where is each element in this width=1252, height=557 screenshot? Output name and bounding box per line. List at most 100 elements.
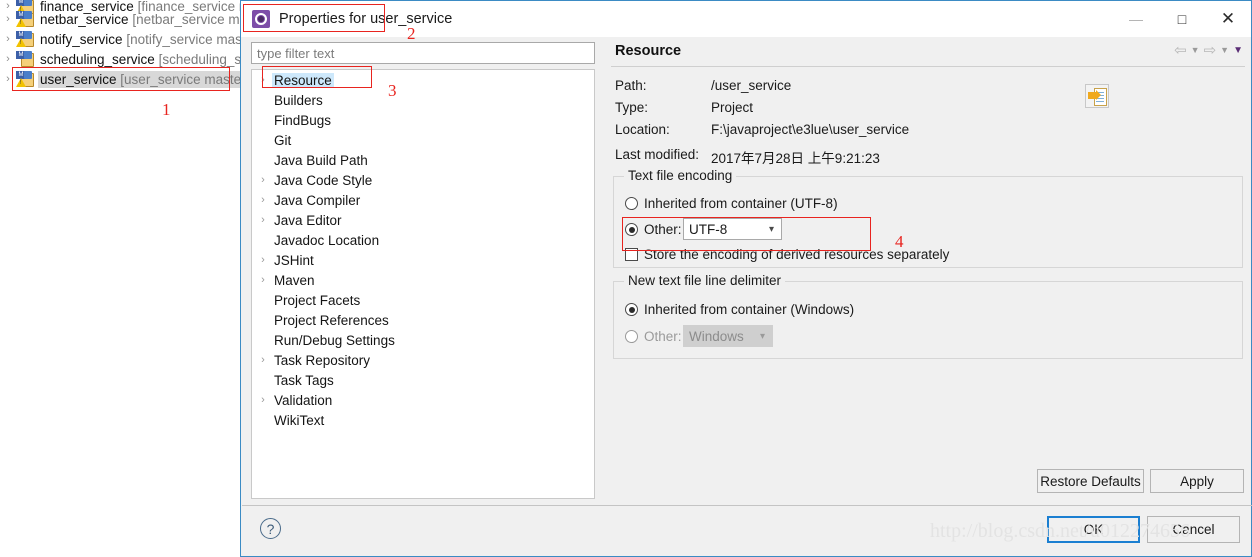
expand-arrow-icon[interactable]: ›: [0, 73, 16, 85]
store-derived-label: Store the encoding of derived resources …: [644, 247, 950, 262]
chevron-down-icon[interactable]: ▾: [760, 331, 765, 342]
tree-item-maven[interactable]: › Maven: [252, 270, 594, 290]
tree-item-label: Java Code Style: [274, 172, 373, 188]
tree-item-label: Project Facets: [274, 292, 361, 308]
close-button[interactable]: ✕: [1205, 1, 1251, 37]
tree-item-label: Java Build Path: [274, 152, 368, 168]
tree-item-label: Java Editor: [274, 212, 342, 228]
delimiter-combo[interactable]: Windows ▾: [683, 325, 773, 347]
tree-item-label: Javadoc Location: [274, 232, 380, 248]
expand-arrow-icon[interactable]: ›: [0, 53, 16, 65]
explorer-row-label: notify_service [notify_service master: [38, 31, 242, 48]
explorer-row-1[interactable]: › M netbar_service [netbar_service mas: [0, 9, 242, 29]
chevron-down-icon[interactable]: ▾: [769, 224, 774, 235]
property-type-value: Project: [711, 100, 754, 115]
tree-item-findbugs[interactable]: FindBugs: [252, 110, 594, 130]
chevron-right-icon[interactable]: ›: [254, 214, 272, 226]
show-in-system-explorer-button[interactable]: [1085, 84, 1109, 108]
forward-arrow-icon[interactable]: ⇨: [1204, 43, 1217, 58]
tree-item-run-debug-settings[interactable]: Run/Debug Settings: [252, 330, 594, 350]
project-name: scheduling_service: [40, 51, 155, 67]
help-button[interactable]: ?: [260, 518, 281, 539]
chevron-right-icon[interactable]: ›: [254, 394, 272, 406]
package-explorer[interactable]: › M finance_service [finance_service mas…: [0, 0, 242, 557]
cancel-button[interactable]: Cancel: [1147, 516, 1240, 543]
tree-item-java-editor[interactable]: › Java Editor: [252, 210, 594, 230]
tree-item-label: Run/Debug Settings: [274, 332, 395, 348]
tree-item-label: WikiText: [274, 412, 325, 428]
chevron-right-icon[interactable]: ›: [254, 194, 272, 206]
encoding-combo-value: UTF-8: [689, 221, 728, 237]
restore-defaults-button[interactable]: Restore Defaults: [1037, 469, 1144, 493]
minimize-button[interactable]: —: [1113, 1, 1159, 37]
last-modified-value: 2017年7月28日 上午9:21:23: [711, 151, 880, 166]
delimiter-other-radio-row[interactable]: Other:: [625, 329, 682, 344]
delimiter-inherited-radio[interactable]: [625, 303, 638, 316]
maximize-button[interactable]: □: [1159, 1, 1205, 37]
store-derived-checkbox-row[interactable]: Store the encoding of derived resources …: [625, 247, 949, 262]
tree-item-git[interactable]: Git: [252, 130, 594, 150]
encoding-inherited-radio[interactable]: [625, 197, 638, 210]
resource-page: Resource ⇦ ▼ ⇨ ▼ ▼ Path: /user_service T…: [605, 37, 1251, 499]
tree-item-java-build-path[interactable]: Java Build Path: [252, 150, 594, 170]
chevron-right-icon[interactable]: ›: [254, 274, 272, 286]
tree-item-label: Task Repository: [274, 352, 371, 368]
tree-item-label: Builders: [274, 92, 323, 108]
footer-divider: [242, 505, 1252, 506]
tree-item-project-references[interactable]: Project References: [252, 310, 594, 330]
encoding-other-radio-row[interactable]: Other:: [625, 222, 682, 237]
header-divider: [611, 66, 1245, 67]
maven-project-icon: M: [16, 71, 34, 87]
tree-item-label: Validation: [274, 392, 333, 408]
explorer-row-label: user_service [user_service master]: [38, 70, 242, 88]
tree-item-wikitext[interactable]: WikiText: [252, 410, 594, 430]
forward-dropdown-icon[interactable]: ▼: [1220, 46, 1229, 55]
encoding-other-radio[interactable]: [625, 223, 638, 236]
apply-button[interactable]: Apply: [1150, 469, 1244, 493]
tree-item-jshint[interactable]: › JSHint: [252, 250, 594, 270]
tree-item-project-facets[interactable]: Project Facets: [252, 290, 594, 310]
tree-item-java-compiler[interactable]: › Java Compiler: [252, 190, 594, 210]
ok-button[interactable]: OK: [1047, 516, 1140, 543]
expand-arrow-icon[interactable]: ›: [0, 33, 16, 45]
explorer-row-user-service[interactable]: › M user_service [user_service master]: [0, 69, 242, 89]
encoding-other-label: Other:: [644, 222, 682, 237]
project-name: netbar_service: [40, 11, 129, 27]
chevron-right-icon[interactable]: ›: [254, 74, 272, 86]
settings-tree[interactable]: › Resource Builders FindBugs Git Java Bu…: [251, 69, 595, 499]
page-header: Resource ⇦ ▼ ⇨ ▼ ▼: [605, 37, 1251, 67]
project-branch: [netbar_service mas: [132, 11, 242, 27]
encoding-combo[interactable]: UTF-8 ▾: [683, 218, 782, 240]
last-modified-label: Last modified:: [615, 147, 700, 162]
delimiter-inherited-label: Inherited from container (Windows): [644, 302, 855, 317]
encoding-inherited-radio-row[interactable]: Inherited from container (UTF-8): [625, 196, 838, 211]
tree-item-validation[interactable]: › Validation: [252, 390, 594, 410]
chevron-right-icon[interactable]: ›: [254, 254, 272, 266]
explorer-row-3[interactable]: › M scheduling_service [scheduling_ser: [0, 49, 242, 69]
arrow-right-icon: [1088, 90, 1101, 100]
tree-item-task-repository[interactable]: › Task Repository: [252, 350, 594, 370]
back-dropdown-icon[interactable]: ▼: [1191, 46, 1200, 55]
store-derived-checkbox[interactable]: [625, 248, 638, 261]
tree-item-label: Resource: [272, 72, 334, 88]
tree-item-builders[interactable]: Builders: [252, 90, 594, 110]
delimiter-inherited-radio-row[interactable]: Inherited from container (Windows): [625, 302, 854, 317]
tree-item-javadoc-location[interactable]: Javadoc Location: [252, 230, 594, 250]
back-arrow-icon[interactable]: ⇦: [1174, 43, 1187, 58]
encoding-inherited-label: Inherited from container (UTF-8): [644, 196, 838, 211]
tree-item-task-tags[interactable]: Task Tags: [252, 370, 594, 390]
view-menu-icon[interactable]: ▼: [1233, 45, 1243, 56]
project-name: user_service: [40, 71, 117, 87]
tree-item-resource[interactable]: › Resource: [252, 70, 594, 90]
explorer-row-2[interactable]: › M notify_service [notify_service maste…: [0, 29, 242, 49]
tree-item-java-code-style[interactable]: › Java Code Style: [252, 170, 594, 190]
filter-input[interactable]: type filter text: [251, 42, 595, 64]
chevron-right-icon[interactable]: ›: [254, 354, 272, 366]
tree-item-label: JSHint: [274, 252, 314, 268]
maven-project-icon: M: [16, 31, 34, 47]
chevron-right-icon[interactable]: ›: [254, 174, 272, 186]
expand-arrow-icon[interactable]: ›: [0, 13, 16, 25]
dialog-titlebar[interactable]: Properties for user_service — □ ✕: [241, 1, 1251, 37]
tree-item-label: Task Tags: [274, 372, 334, 388]
delimiter-other-radio[interactable]: [625, 330, 638, 343]
